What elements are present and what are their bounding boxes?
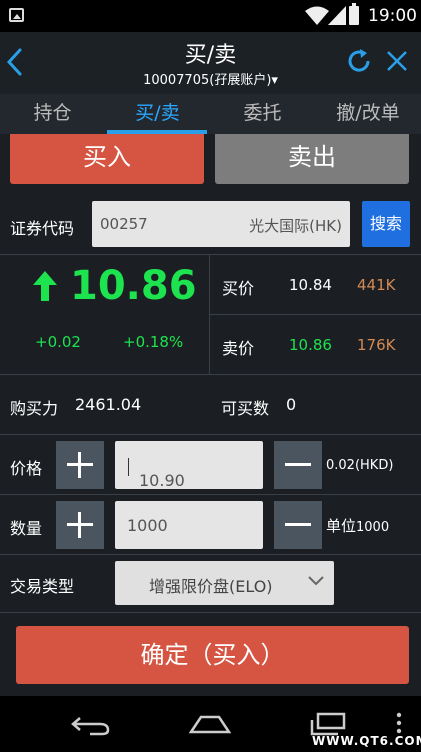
bid-label: 买价 bbox=[222, 279, 255, 298]
price-label: 价格 bbox=[10, 459, 43, 478]
tab-bar: 持仓 买/卖 委托 撤/改单 bbox=[0, 94, 421, 134]
watermark: WWW.QT6.COM bbox=[312, 734, 421, 748]
minus-icon bbox=[285, 463, 311, 466]
chevron-down-icon bbox=[308, 576, 324, 586]
recent-apps-icon[interactable] bbox=[308, 712, 348, 736]
status-bar: 19:00 bbox=[0, 0, 421, 32]
divider bbox=[209, 255, 210, 375]
max-buy-value: 0 bbox=[286, 395, 297, 414]
refresh-icon[interactable] bbox=[345, 47, 373, 75]
security-code-label: 证券代码 bbox=[10, 219, 75, 238]
quantity-row: 数量 1000 单位1000 bbox=[0, 495, 421, 555]
confirm-buy-button[interactable]: 确定（买入） bbox=[16, 626, 409, 684]
price-decrease-button[interactable] bbox=[274, 441, 322, 489]
app-header: 买/卖 10007705(孖展账户)▾ bbox=[0, 32, 421, 94]
price-change: +0.02 bbox=[35, 333, 81, 351]
quote-panel: 10.86 +0.02 +0.18% 买价 10.84 441K 卖价 10.8… bbox=[0, 255, 421, 375]
quantity-increase-button[interactable] bbox=[56, 501, 104, 549]
tab-cancel-modify[interactable]: 撤/改单 bbox=[315, 94, 421, 134]
wifi-icon bbox=[305, 6, 329, 25]
price-value: 10.90 bbox=[139, 471, 185, 490]
up-arrow-icon bbox=[33, 271, 57, 301]
price-row: 价格 10.90 0.02(HKD) bbox=[0, 435, 421, 495]
price-increase-button[interactable] bbox=[56, 441, 104, 489]
bid-price[interactable]: 10.84 bbox=[289, 276, 332, 294]
search-button[interactable]: 搜索 bbox=[362, 201, 410, 247]
tab-orders[interactable]: 委托 bbox=[210, 94, 315, 134]
ask-label: 卖价 bbox=[222, 339, 255, 358]
bid-volume: 441K bbox=[357, 276, 396, 294]
price-step: 0.02(HKD) bbox=[326, 458, 394, 473]
sell-mode-button[interactable]: 卖出 bbox=[215, 134, 409, 184]
buying-power-row: 购买力 2461.04 可买数 0 bbox=[0, 375, 421, 435]
security-name: 光大国际(HK) bbox=[249, 217, 342, 235]
buying-power-value: 2461.04 bbox=[75, 395, 142, 414]
max-buy-label: 可买数 bbox=[221, 399, 270, 418]
divider bbox=[210, 314, 421, 315]
text-cursor bbox=[128, 457, 129, 476]
signal-icon bbox=[328, 6, 346, 25]
order-type-label: 交易类型 bbox=[10, 577, 75, 596]
more-options-icon[interactable] bbox=[396, 712, 402, 734]
order-type-select[interactable]: 增强限价盘(ELO) bbox=[115, 561, 334, 605]
battery-icon bbox=[349, 3, 359, 25]
back-icon[interactable] bbox=[70, 714, 112, 736]
buying-power-label: 购买力 bbox=[10, 399, 59, 418]
quantity-value: 1000 bbox=[127, 516, 168, 535]
minus-icon bbox=[285, 523, 311, 526]
last-price: 10.86 bbox=[70, 263, 197, 309]
lot-size-label: 单位1000 bbox=[326, 517, 390, 535]
lot-size-value: 1000 bbox=[356, 520, 390, 535]
home-icon[interactable] bbox=[187, 714, 233, 734]
ask-price[interactable]: 10.86 bbox=[289, 336, 332, 354]
security-code-value: 00257 bbox=[100, 215, 148, 233]
close-icon[interactable] bbox=[385, 49, 409, 73]
clock: 19:00 bbox=[368, 6, 417, 26]
price-input[interactable]: 10.90 bbox=[115, 441, 263, 490]
buy-mode-button[interactable]: 买入 bbox=[10, 134, 204, 184]
order-type-value: 增强限价盘(ELO) bbox=[149, 577, 273, 596]
quantity-input[interactable]: 1000 bbox=[115, 501, 263, 549]
order-type-row: 交易类型 增强限价盘(ELO) bbox=[0, 555, 421, 613]
tab-buy-sell[interactable]: 买/卖 bbox=[105, 94, 210, 134]
security-code-row: 证券代码 00257 光大国际(HK) 搜索 bbox=[0, 193, 421, 255]
image-notification-icon bbox=[9, 8, 24, 22]
tab-holdings[interactable]: 持仓 bbox=[0, 94, 105, 134]
price-change-percent: +0.18% bbox=[123, 333, 184, 351]
quantity-label: 数量 bbox=[10, 519, 43, 538]
ask-volume: 176K bbox=[357, 336, 396, 354]
security-code-input[interactable]: 00257 光大国际(HK) bbox=[92, 201, 350, 247]
quantity-decrease-button[interactable] bbox=[274, 501, 322, 549]
